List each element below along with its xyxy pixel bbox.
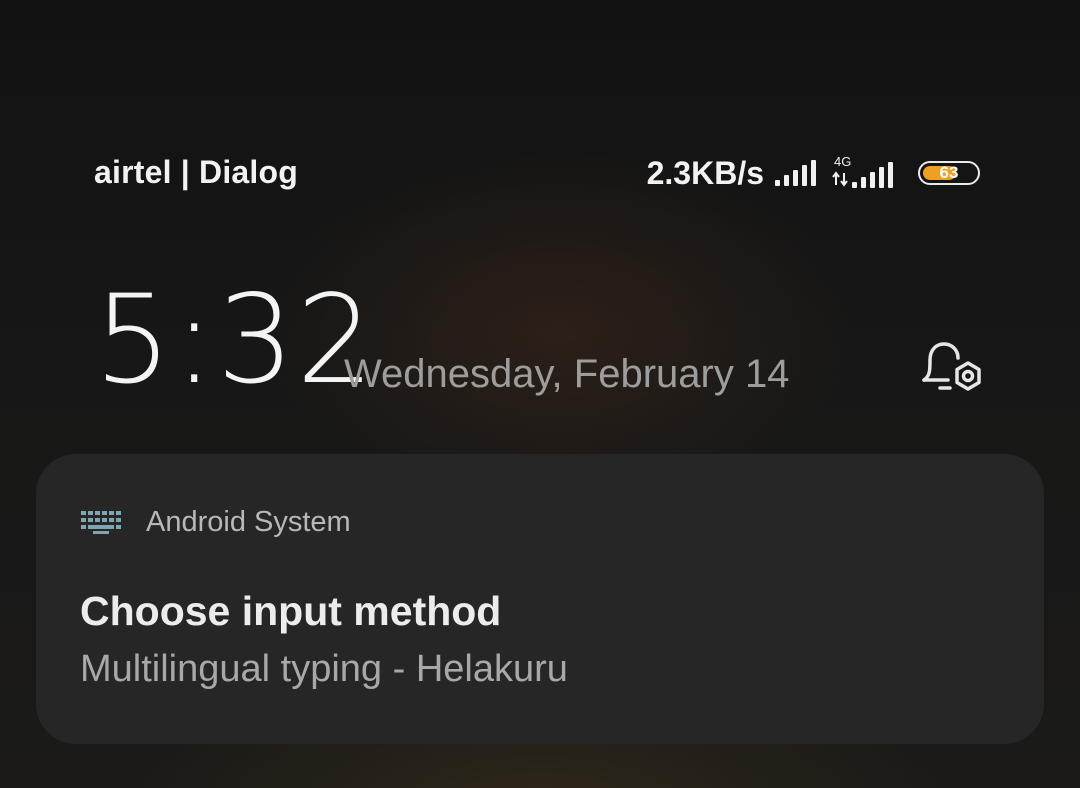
clock-row: 5:32 Wednesday, February 14 bbox=[0, 270, 1080, 410]
signal-4g-bars-icon: 4G bbox=[830, 155, 900, 191]
bell-gear-icon[interactable] bbox=[916, 336, 988, 400]
notification-text: Multilingual typing - Helakuru bbox=[80, 648, 568, 690]
notification-app-name: Android System bbox=[146, 505, 351, 538]
notification-card[interactable]: Android System Choose input method Multi… bbox=[36, 454, 1044, 744]
status-bar: airtel | Dialog 2.3KB/s 4G 63 bbox=[0, 150, 1080, 196]
carrier-name: airtel | Dialog bbox=[94, 154, 298, 190]
battery-icon: 63 bbox=[918, 161, 980, 185]
network-speed: 2.3KB/s bbox=[646, 154, 764, 191]
battery-level: 63 bbox=[939, 163, 959, 182]
keyboard-icon bbox=[80, 508, 124, 536]
network-type-label: 4G bbox=[834, 155, 851, 169]
lockscreen-clock: 5:32 bbox=[94, 269, 376, 411]
signal-bars-icon bbox=[774, 158, 822, 188]
lockscreen-date: Wednesday, February 14 bbox=[344, 352, 790, 396]
notification-header: Android System bbox=[80, 502, 351, 542]
status-indicators: 2.3KB/s 4G 63 bbox=[647, 150, 980, 196]
notification-title: Choose input method bbox=[80, 588, 502, 634]
